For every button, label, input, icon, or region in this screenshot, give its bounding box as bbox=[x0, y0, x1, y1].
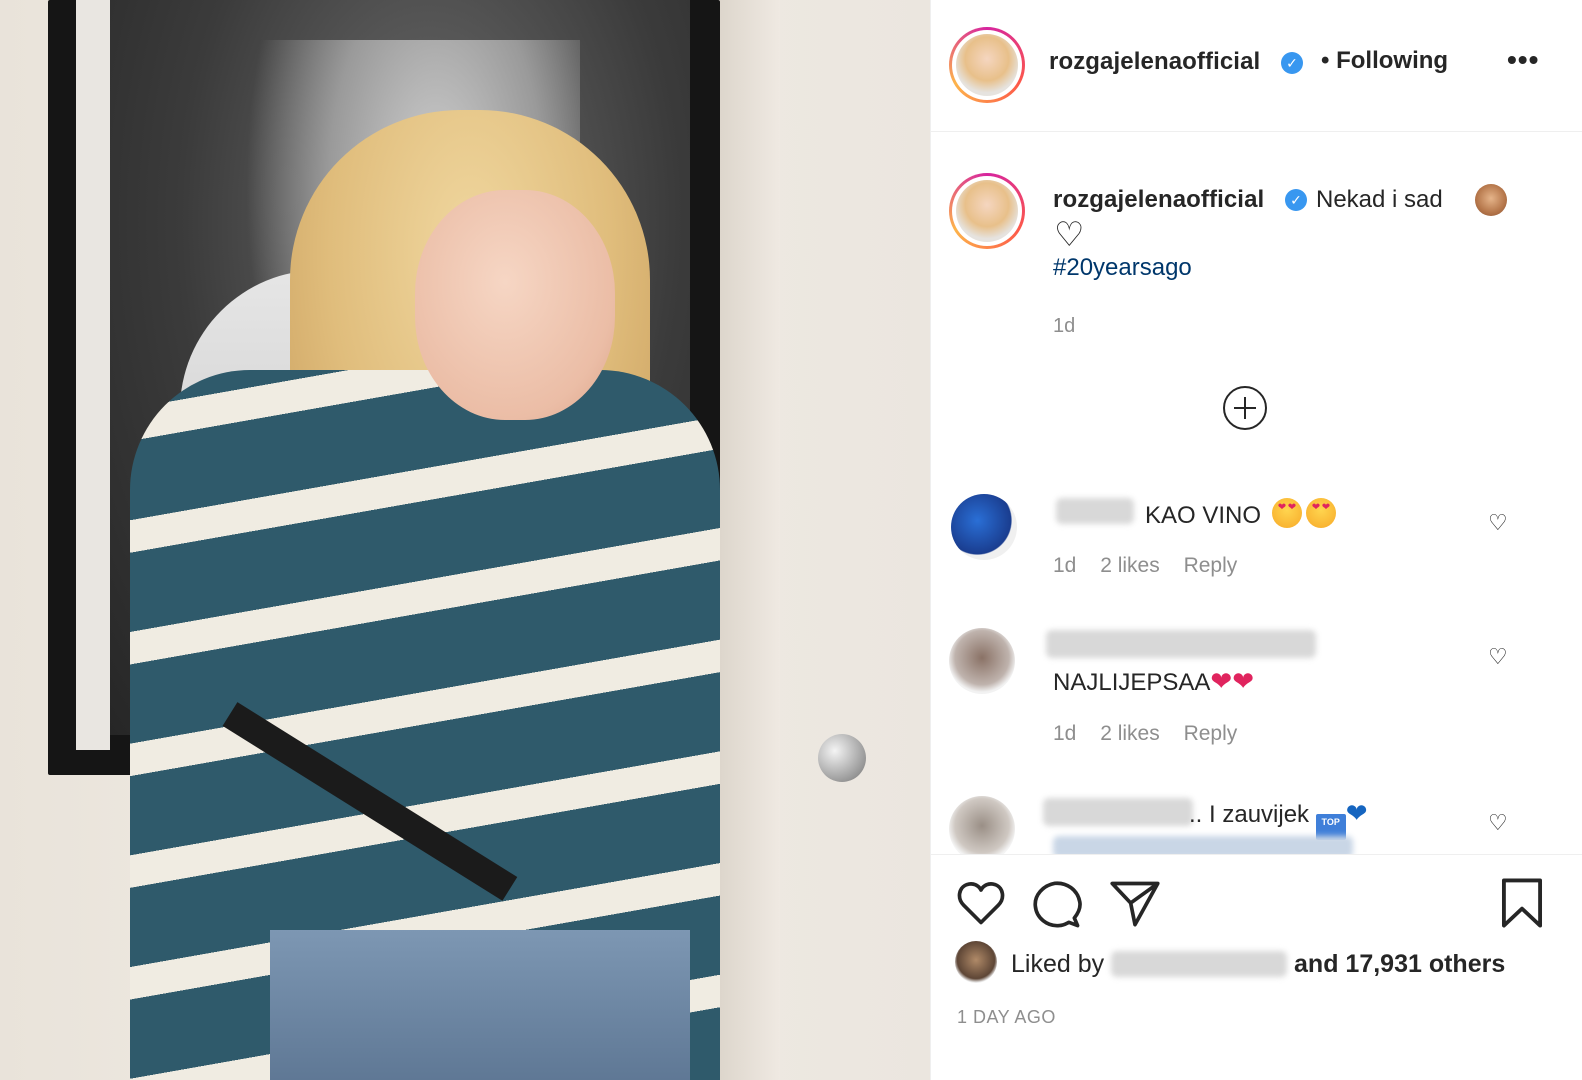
likes-summary: Liked by and 17,931 others bbox=[1011, 950, 1505, 979]
comment-meta: 1d 2 likes Reply bbox=[1053, 554, 1255, 578]
liked-by-label: Liked by bbox=[1011, 950, 1105, 978]
follow-status[interactable]: • Following bbox=[1321, 47, 1448, 75]
caption-author-avatar[interactable] bbox=[949, 173, 1025, 249]
paper-plane-icon[interactable] bbox=[1109, 879, 1161, 927]
blurred-liker-username[interactable] bbox=[1111, 951, 1288, 977]
blurred-username[interactable] bbox=[1043, 798, 1193, 826]
post-header: rozgajelenaofficial ✓ • Following ••• bbox=[931, 0, 1582, 132]
blurred-username[interactable] bbox=[1056, 498, 1134, 524]
see-no-evil-monkey-emoji bbox=[1475, 184, 1507, 216]
more-options-icon[interactable]: ••• bbox=[1507, 44, 1539, 76]
author-avatar[interactable] bbox=[949, 27, 1025, 103]
caption-time[interactable]: 1d bbox=[1053, 315, 1075, 338]
post-date[interactable]: 1 DAY AGO bbox=[957, 1007, 1056, 1028]
comment-text: KAO VINO bbox=[1145, 498, 1336, 530]
post-actions: Liked by and 17,931 others 1 DAY AGO bbox=[931, 854, 1582, 1080]
comment-meta: 1d 2 likes Reply bbox=[1053, 722, 1255, 746]
comment-text: .. I zauvijek TOP ❤ bbox=[1189, 798, 1368, 840]
comment-time[interactable]: 1d bbox=[1053, 722, 1076, 746]
commenter-avatar[interactable] bbox=[949, 796, 1015, 854]
reply-button[interactable]: Reply bbox=[1184, 722, 1238, 746]
plus-circle-icon[interactable] bbox=[1223, 386, 1267, 430]
comment-like-icon[interactable]: ♡ bbox=[1488, 510, 1508, 536]
door-edge bbox=[720, 0, 780, 1080]
liker-avatar[interactable] bbox=[955, 941, 997, 983]
jeans bbox=[270, 930, 690, 1080]
verified-badge-icon: ✓ bbox=[1281, 52, 1303, 74]
heart-outline-icon[interactable] bbox=[955, 879, 1007, 927]
blue-heart-emoji: ❤ bbox=[1345, 798, 1368, 828]
following-label: Following bbox=[1336, 47, 1449, 74]
heart-eyes-emoji bbox=[1271, 498, 1302, 528]
comments-list[interactable]: KAO VINO 1d 2 likes Reply ♡ NAJLIJEPSAA❤… bbox=[931, 470, 1582, 854]
comment-text: NAJLIJEPSAA❤❤ bbox=[1053, 666, 1254, 696]
commenter-avatar[interactable] bbox=[949, 628, 1015, 694]
white-heart-emoji: ♡ bbox=[1054, 216, 1085, 254]
follow-separator: • bbox=[1321, 47, 1330, 74]
verified-badge-icon: ✓ bbox=[1285, 189, 1307, 211]
red-heart-emoji: ❤ bbox=[1210, 666, 1233, 696]
blurred-hashtag[interactable] bbox=[1053, 836, 1353, 854]
comment-likes[interactable]: 2 likes bbox=[1100, 722, 1160, 746]
bookmark-icon[interactable] bbox=[1499, 877, 1545, 929]
door-knob bbox=[818, 734, 866, 782]
caption-author-username[interactable]: rozgajelenaofficial bbox=[1053, 186, 1264, 214]
post-photo[interactable] bbox=[0, 0, 930, 1080]
red-heart-emoji: ❤ bbox=[1232, 666, 1254, 696]
blurred-username[interactable] bbox=[1046, 630, 1316, 658]
commenter-avatar[interactable] bbox=[951, 494, 1017, 560]
comment-like-icon[interactable]: ♡ bbox=[1488, 810, 1508, 836]
caption-hashtag[interactable]: #20yearsago bbox=[1053, 254, 1192, 282]
likes-count[interactable]: and 17,931 others bbox=[1294, 950, 1505, 978]
woman-face bbox=[415, 190, 615, 420]
comment-time[interactable]: 1d bbox=[1053, 554, 1076, 578]
comment-like-icon[interactable]: ♡ bbox=[1488, 644, 1508, 670]
speech-bubble-icon[interactable] bbox=[1031, 879, 1083, 931]
author-username[interactable]: rozgajelenaofficial bbox=[1049, 48, 1260, 76]
comment-likes[interactable]: 2 likes bbox=[1100, 554, 1160, 578]
caption-text: Nekad i sad bbox=[1316, 186, 1443, 213]
frame-mat bbox=[76, 0, 110, 750]
reply-button[interactable]: Reply bbox=[1184, 554, 1238, 578]
post-side-panel: rozgajelenaofficial ✓ • Following ••• ro… bbox=[930, 0, 1582, 1080]
heart-eyes-emoji bbox=[1305, 498, 1336, 528]
